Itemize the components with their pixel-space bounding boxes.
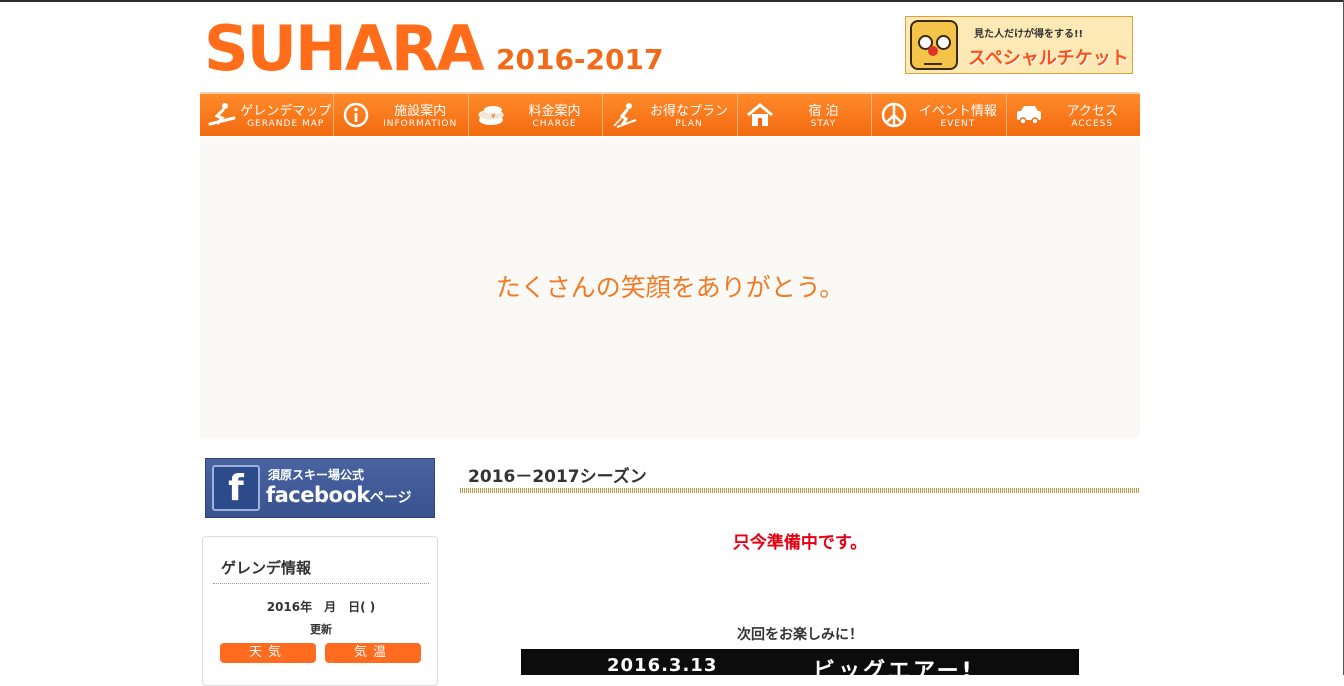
nav-label: お得なプラン [649, 104, 728, 119]
divider [213, 583, 429, 584]
svg-text:¥: ¥ [491, 112, 496, 120]
nav-label: 施設案内 [394, 104, 447, 119]
peace-icon [880, 102, 908, 128]
nav-label: 料金案内 [528, 104, 581, 119]
nav-event[interactable]: イベント情報 EVENT [872, 94, 1007, 136]
facebook-suffix: ページ [369, 490, 412, 506]
main-nav: ゲレンデマップ GERANDE MAP 施設案内 INFORMATION ¥ 料… [200, 92, 1140, 138]
site-logo[interactable]: SUHARA [204, 14, 485, 84]
nav-sublabel: EVENT [940, 119, 976, 129]
nav-label: イベント情報 [918, 104, 997, 119]
event-banner[interactable]: 2016.3.13 ビッグエアー! [521, 649, 1079, 675]
nav-gelande-map[interactable]: ゲレンデマップ GERANDE MAP [200, 94, 335, 136]
nav-label: ゲレンデマップ [240, 104, 332, 119]
facebook-banner[interactable]: f 須原スキー場公式 facebookページ [205, 458, 435, 518]
facebook-icon: f [212, 465, 260, 511]
ticket-tagline: 見た人だけが得をする!! [974, 29, 1084, 40]
hero-banner: たくさんの笑顔をありがとう。 [200, 138, 1140, 438]
nav-sublabel: GERANDE MAP [247, 119, 325, 129]
nav-stay[interactable]: 宿 泊 STAY [737, 94, 873, 136]
page-container: SUHARA 2016-2017 見た人だけが得をする!! スペシャルチケット … [200, 0, 1140, 686]
season-label: 2016-2017 [496, 43, 664, 76]
section-divider [460, 488, 1140, 493]
nav-access[interactable]: アクセス ACCESS [1006, 94, 1140, 136]
gelande-info-title: ゲレンデ情報 [221, 559, 312, 577]
mascot-icon [910, 20, 958, 70]
nav-sublabel: ACCESS [1071, 119, 1114, 129]
nav-plan[interactable]: お得なプラン PLAN [603, 94, 738, 136]
skier-icon [611, 102, 639, 128]
temperature-button[interactable]: 気温 [325, 643, 421, 663]
car-icon [1015, 102, 1043, 128]
event-banner-date: 2016.3.13 [607, 655, 718, 675]
ticket-title: スペシャルチケット [968, 48, 1129, 69]
nav-information[interactable]: 施設案内 INFORMATION [334, 94, 469, 136]
gelande-updated: 更新 [310, 623, 332, 636]
event-banner-title: ビッグエアー! [813, 659, 975, 675]
special-ticket-banner[interactable]: 見た人だけが得をする!! スペシャルチケット [905, 16, 1133, 74]
gelande-date: 2016年 月 日( ) [266, 600, 376, 614]
nav-sublabel: CHARGE [532, 119, 577, 129]
house-icon [746, 102, 774, 128]
nav-sublabel: INFORMATION [383, 119, 458, 129]
facebook-title: facebookページ [266, 483, 412, 507]
nav-sublabel: STAY [810, 119, 837, 129]
gelande-info-box: ゲレンデ情報 2016年 月 日( ) 更新 天気 気温 [202, 536, 438, 686]
nav-charge[interactable]: ¥ 料金案内 CHARGE [468, 94, 604, 136]
nav-sublabel: PLAN [675, 119, 703, 129]
facebook-caption: 須原スキー場公式 [268, 468, 365, 482]
preparing-notice: 只今準備中です。 [732, 533, 868, 553]
info-icon [342, 102, 370, 128]
facebook-wordmark: facebook [266, 483, 370, 507]
nav-label: アクセス [1066, 104, 1118, 119]
snowboarder-icon [208, 102, 236, 128]
nav-label: 宿 泊 [808, 104, 839, 119]
weather-button[interactable]: 天気 [220, 643, 316, 663]
coins-icon: ¥ [477, 102, 505, 128]
next-message: 次回をお楽しみに！ [737, 627, 863, 643]
section-title: 2016－2017シーズン [468, 467, 647, 487]
hero-message: たくさんの笑顔をありがとう。 [495, 273, 845, 302]
